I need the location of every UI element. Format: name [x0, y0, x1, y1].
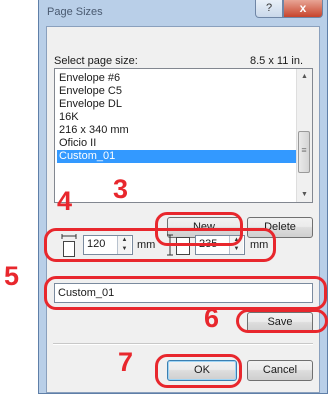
height-spinbox[interactable]: 235 ▲ ▼: [195, 235, 245, 255]
custom-name-input[interactable]: Custom_01: [54, 283, 313, 303]
dialog-client-area: Select page size: 8.5 x 11 in. Envelope …: [46, 26, 320, 393]
close-button[interactable]: x: [283, 0, 323, 18]
width-decrement-icon[interactable]: ▼: [118, 245, 131, 254]
height-dimension-icon: [167, 234, 190, 256]
callout-step-7: 7: [118, 347, 134, 377]
separator-line: [53, 343, 313, 345]
scroll-up-arrow-icon[interactable]: ▲: [297, 69, 312, 84]
page-sizes-dialog: Page Sizes ? x Select page size: 8.5 x 1…: [38, 0, 328, 394]
list-item-16k[interactable]: 16K: [57, 111, 298, 124]
scroll-thumb[interactable]: ≡: [298, 131, 310, 173]
ok-button[interactable]: OK: [167, 360, 237, 381]
height-unit-label: mm: [250, 239, 269, 251]
help-button[interactable]: ?: [255, 0, 283, 18]
list-item-envelope-dl[interactable]: Envelope DL: [57, 98, 298, 111]
list-item-custom-01[interactable]: Custom_01: [57, 150, 298, 163]
page-size-list[interactable]: Envelope #6 Envelope C5 Envelope DL 16K …: [54, 68, 313, 203]
width-dimension-icon: [61, 234, 77, 257]
list-item-oficio-ii[interactable]: Oficio II: [57, 137, 298, 150]
width-unit-label: mm: [137, 239, 156, 251]
scroll-down-arrow-icon[interactable]: ▼: [297, 187, 312, 202]
height-decrement-icon[interactable]: ▼: [230, 245, 243, 254]
callout-step-4: 4: [57, 186, 73, 216]
height-value: 235: [199, 238, 218, 250]
list-item-envelope-6[interactable]: Envelope #6: [57, 72, 298, 85]
callout-step-3: 3: [113, 174, 129, 204]
current-size-readout: 8.5 x 11 in.: [250, 55, 303, 67]
save-button[interactable]: Save: [247, 312, 313, 333]
delete-button[interactable]: Delete: [247, 217, 313, 238]
width-value: 120: [87, 238, 106, 250]
list-scrollbar[interactable]: ▲ ≡ ▼: [296, 69, 312, 202]
callout-step-5: 5: [4, 261, 20, 291]
select-page-size-label: Select page size:: [54, 55, 138, 67]
callout-step-6: 6: [204, 303, 220, 333]
cancel-button[interactable]: Cancel: [247, 360, 313, 381]
list-item-envelope-c5[interactable]: Envelope C5: [57, 85, 298, 98]
width-spinbox[interactable]: 120 ▲ ▼: [83, 235, 133, 255]
dialog-title: Page Sizes: [47, 6, 103, 18]
list-item-216x340[interactable]: 216 x 340 mm: [57, 124, 298, 137]
title-bar[interactable]: Page Sizes ? x: [39, 0, 327, 26]
